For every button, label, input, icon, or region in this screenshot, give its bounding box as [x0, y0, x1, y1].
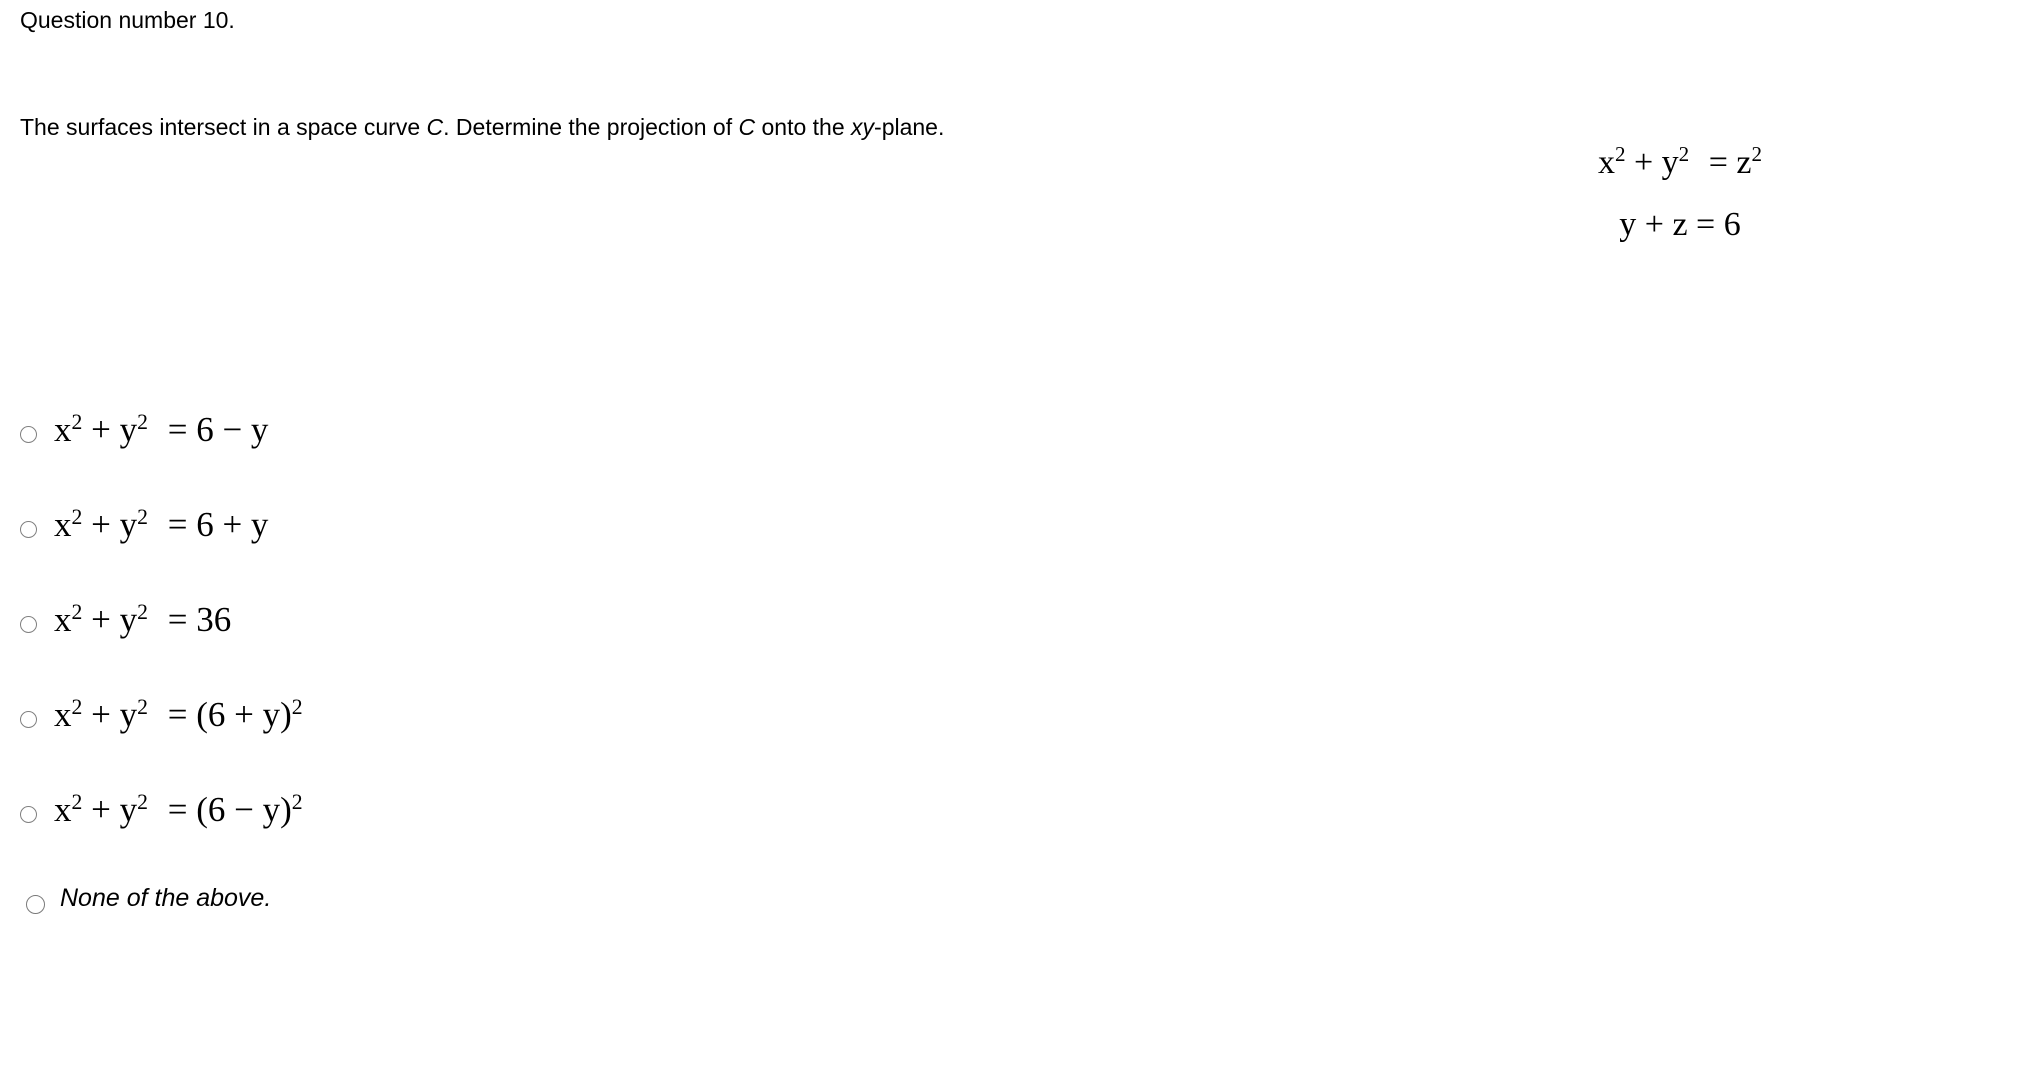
- eq1-exponent-y: 2: [1678, 142, 1690, 167]
- option-b-label: x2 + y2 = 6 + y: [54, 499, 268, 551]
- opt-a-operator: +: [82, 410, 120, 449]
- opt-c-rhs: 36: [196, 600, 232, 639]
- option-c-label: x2 + y2 = 36: [54, 594, 231, 646]
- opt-e-relation: =: [158, 790, 197, 829]
- opt-e-exponent-x: 2: [71, 789, 83, 814]
- opt-a-base-x: x: [54, 410, 72, 449]
- opt-b-base-x: x: [54, 505, 72, 544]
- question-prompt: The surfaces intersect in a space curve …: [20, 112, 944, 142]
- opt-a-exponent-y: 2: [137, 409, 148, 434]
- opt-b-exponent-y: 2: [137, 504, 148, 529]
- given-equation-2: y + z = 6: [1619, 206, 1741, 243]
- radio-button-c[interactable]: [20, 616, 37, 633]
- question-number-heading: Question number 10.: [20, 7, 235, 33]
- answer-options-list: x2 + y2 = 6 − y x2 + y2 = 6 + y x2 + y2 …: [0, 404, 2018, 974]
- answer-option-f[interactable]: None of the above.: [0, 879, 2018, 974]
- prompt-text-part-2: . Determine the projection of: [443, 114, 739, 140]
- answer-option-e[interactable]: x2 + y2 = (6 − y)2: [0, 784, 2018, 879]
- answer-option-a[interactable]: x2 + y2 = 6 − y: [0, 404, 2018, 499]
- opt-d-rhs: (6 + y): [196, 695, 292, 734]
- radio-button-a[interactable]: [20, 426, 37, 443]
- given-equations-block: x2 + y2 = z2 y + z = 6: [1520, 132, 1840, 256]
- opt-d-operator: +: [82, 695, 120, 734]
- opt-d-base-y: y: [119, 695, 138, 734]
- prompt-plane-symbol: xy: [851, 114, 875, 140]
- opt-e-base-y: y: [119, 790, 138, 829]
- opt-c-operator: +: [82, 600, 120, 639]
- opt-e-base-x: x: [54, 790, 72, 829]
- prompt-curve-symbol-2: C: [738, 114, 756, 140]
- opt-e-rhs: (6 − y): [196, 790, 292, 829]
- option-f-label: None of the above.: [60, 884, 272, 912]
- eq1-exponent-z: 2: [1751, 142, 1763, 167]
- opt-b-exponent-x: 2: [71, 504, 83, 529]
- opt-a-base-y: y: [119, 410, 138, 449]
- radio-button-e[interactable]: [20, 806, 37, 823]
- answer-option-d[interactable]: x2 + y2 = (6 + y)2: [0, 689, 2018, 784]
- opt-d-exponent-x: 2: [71, 694, 83, 719]
- option-e-label: x2 + y2 = (6 − y)2: [54, 784, 303, 836]
- option-d-label: x2 + y2 = (6 + y)2: [54, 689, 303, 741]
- eq1-exponent-x: 2: [1614, 142, 1626, 167]
- radio-button-d[interactable]: [20, 711, 37, 728]
- opt-e-rhs-exponent: 2: [291, 789, 303, 814]
- opt-e-operator: +: [82, 790, 120, 829]
- prompt-text-part-1: The surfaces intersect in a space curve: [20, 114, 427, 140]
- eq1-operator: +: [1625, 144, 1662, 181]
- opt-b-rhs: 6 + y: [196, 505, 269, 544]
- opt-a-relation: =: [158, 410, 197, 449]
- prompt-curve-symbol: C: [426, 114, 444, 140]
- eq1-base-z: z: [1736, 144, 1752, 181]
- answer-option-c[interactable]: x2 + y2 = 36: [0, 594, 2018, 689]
- opt-e-exponent-y: 2: [137, 789, 148, 814]
- opt-b-relation: =: [158, 505, 197, 544]
- eq1-relation: =: [1700, 144, 1737, 181]
- opt-a-exponent-x: 2: [71, 409, 83, 434]
- opt-c-relation: =: [158, 600, 197, 639]
- answer-option-b[interactable]: x2 + y2 = 6 + y: [0, 499, 2018, 594]
- option-a-label: x2 + y2 = 6 − y: [54, 404, 268, 456]
- eq1-base-y: y: [1661, 144, 1679, 181]
- opt-c-exponent-x: 2: [71, 599, 83, 624]
- prompt-text-part-4: -plane.: [874, 114, 945, 140]
- opt-d-exponent-y: 2: [137, 694, 148, 719]
- opt-c-base-y: y: [119, 600, 138, 639]
- opt-a-rhs: 6 − y: [196, 410, 269, 449]
- prompt-text-part-3: onto the: [755, 114, 852, 140]
- opt-d-rhs-exponent: 2: [291, 694, 303, 719]
- opt-c-exponent-y: 2: [137, 599, 148, 624]
- opt-b-operator: +: [82, 505, 120, 544]
- eq1-base-x: x: [1597, 144, 1615, 181]
- radio-button-f[interactable]: [26, 895, 45, 914]
- given-equation-1: x2 + y2 = z2: [1520, 132, 1840, 194]
- opt-b-base-y: y: [119, 505, 138, 544]
- opt-c-base-x: x: [54, 600, 72, 639]
- opt-d-base-x: x: [54, 695, 72, 734]
- radio-button-b[interactable]: [20, 521, 37, 538]
- opt-d-relation: =: [158, 695, 197, 734]
